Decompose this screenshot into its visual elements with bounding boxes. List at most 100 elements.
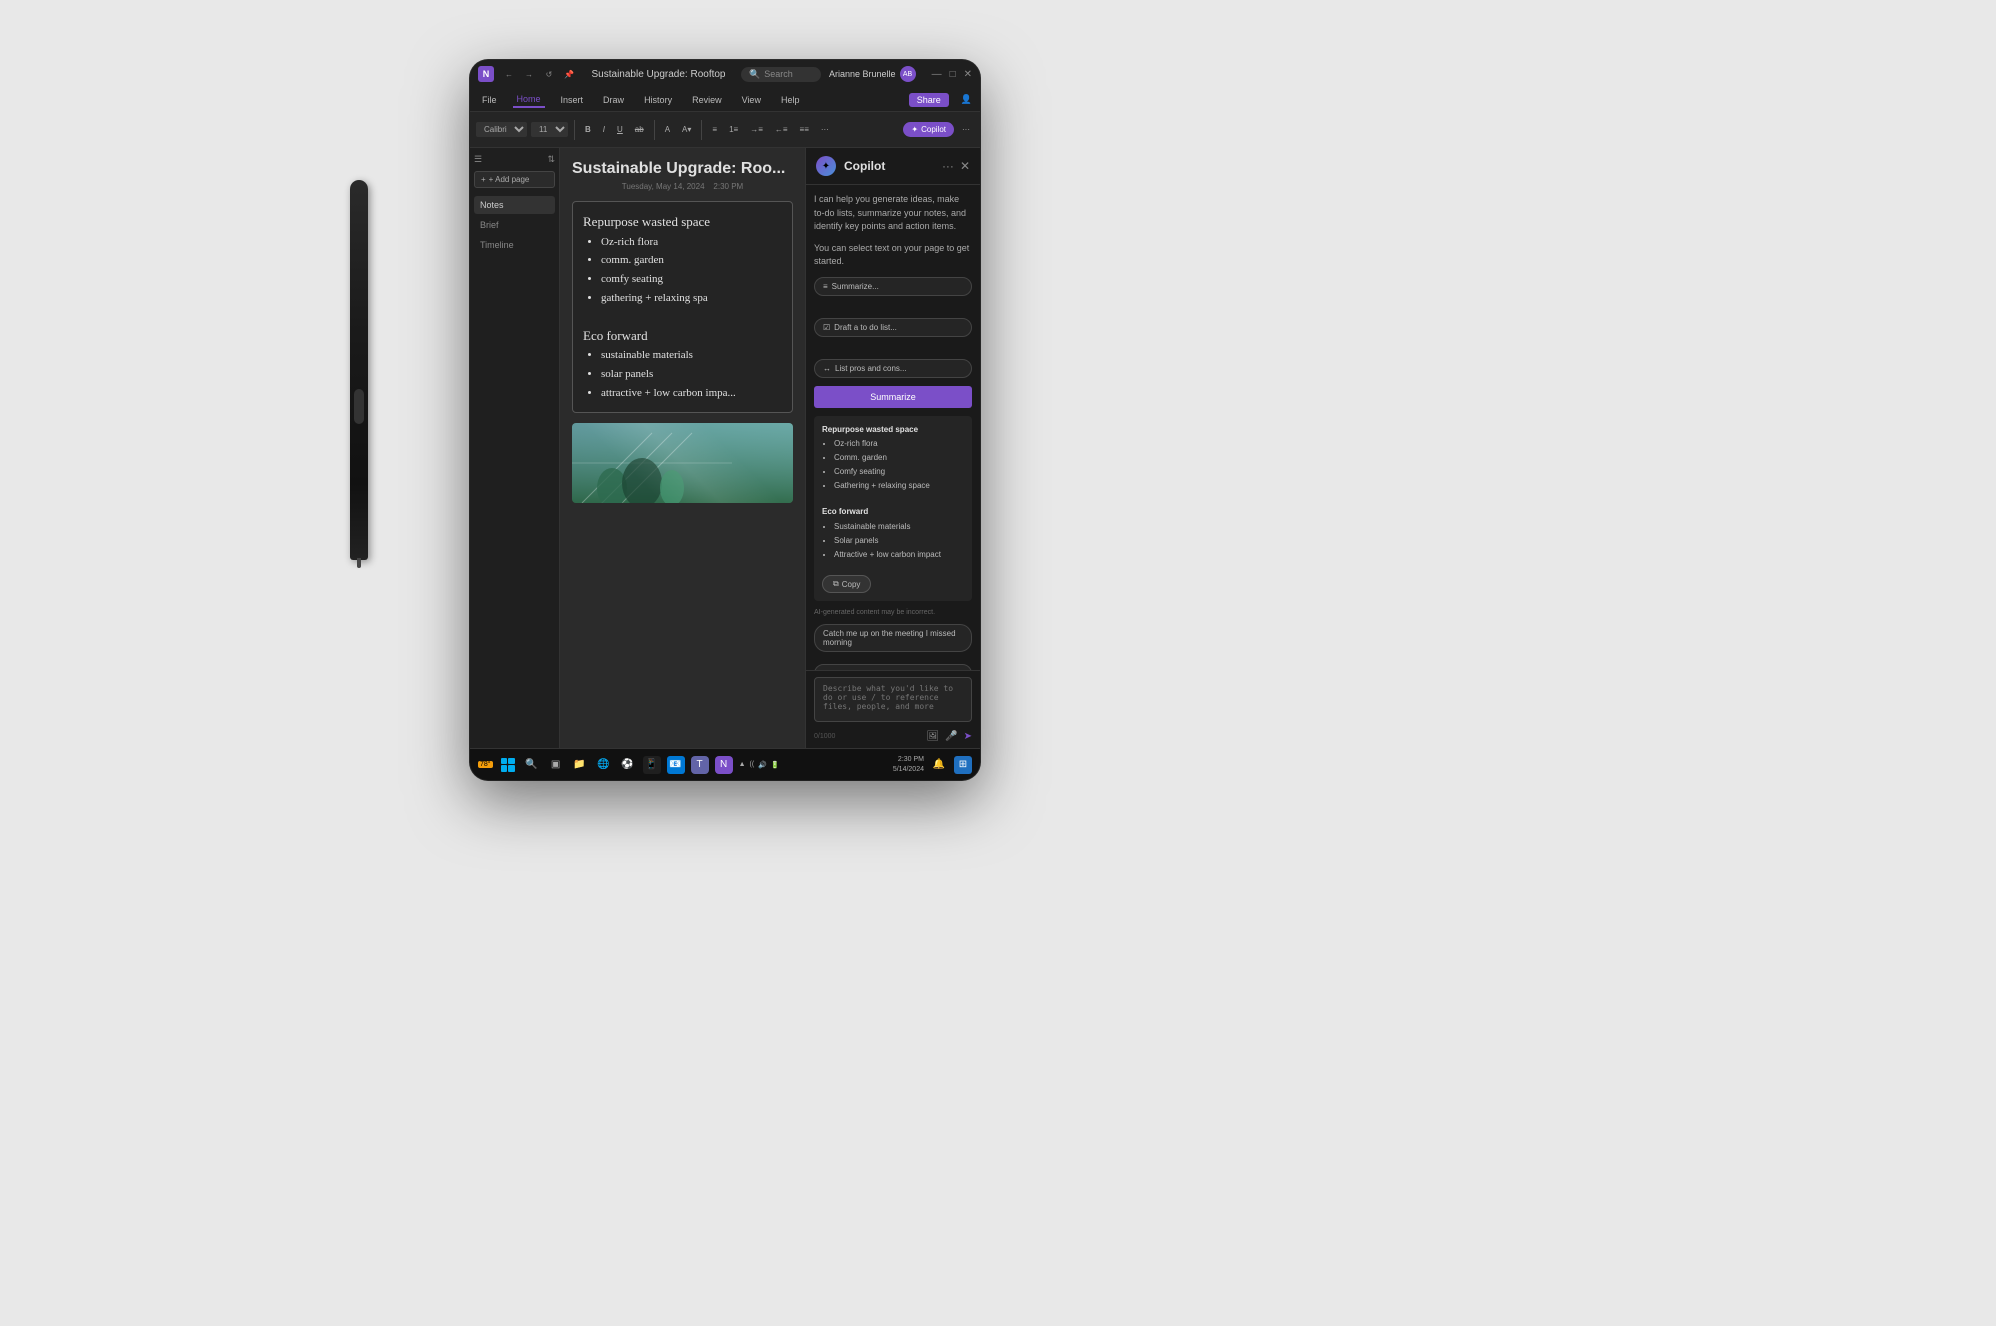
summary-item-2: Comm. garden <box>834 452 964 465</box>
maximize-btn[interactable]: □ <box>950 69 956 80</box>
refresh-btn[interactable]: ↺ <box>542 67 556 81</box>
section-2-list: sustainable materials solar panels attra… <box>583 346 782 402</box>
summary-item-4: Gathering + relaxing space <box>834 480 964 493</box>
summary-heading-2: Eco forward <box>822 506 964 519</box>
section-2-title: Eco forward <box>583 326 782 347</box>
summary-item-1: Oz-rich flora <box>834 438 964 451</box>
image-attach-btn[interactable]: 🖼 <box>926 731 939 742</box>
list-item-7: attractive + low carbon impa... <box>601 384 782 403</box>
more-options-btn[interactable]: ··· <box>958 123 974 136</box>
bold-btn[interactable]: B <box>581 123 595 136</box>
menu-view[interactable]: View <box>738 93 765 107</box>
search-placeholder: Search <box>764 69 793 79</box>
share-button[interactable]: Share <box>909 93 949 107</box>
outdent-btn[interactable]: ←≡ <box>771 123 792 136</box>
todo-icon: ☑ <box>823 323 830 332</box>
italic-btn[interactable]: I <box>599 123 609 136</box>
note-image <box>572 423 793 503</box>
forward-btn[interactable]: → <box>522 67 536 81</box>
copilot-header: ✦ Copilot ··· ✕ <box>806 148 980 185</box>
back-btn[interactable]: ← <box>502 67 516 81</box>
menu-insert[interactable]: Insert <box>557 93 588 107</box>
summarize-suggestion-btn[interactable]: ≡ Summarize... <box>814 277 972 296</box>
bullets-btn[interactable]: ≡ <box>708 123 721 136</box>
add-page-button[interactable]: + + Add page <box>474 171 555 188</box>
summary-heading-1: Repurpose wasted space <box>822 424 964 437</box>
task-view-btn[interactable]: ▣ <box>547 756 565 774</box>
todo-suggestion-btn[interactable]: ☑ Draft a to do list... <box>814 318 972 337</box>
copilot-panel: ✦ Copilot ··· ✕ I can help you generate … <box>805 148 980 748</box>
underline-btn[interactable]: U <box>613 123 627 136</box>
sidebar: ☰ ⇅ + + Add page Notes Brief Timeline <box>470 148 560 748</box>
font-select[interactable]: Calibri <box>476 122 527 137</box>
sidebar-page-brief[interactable]: Brief <box>474 216 555 234</box>
pin-btn[interactable]: 📌 <box>562 67 576 81</box>
temperature-badge: 78° <box>478 761 493 768</box>
win-logo-q2 <box>508 758 515 765</box>
align-btn[interactable]: ≡≡ <box>796 123 813 136</box>
volume-icon: 🔊 <box>758 761 767 769</box>
menu-draw[interactable]: Draw <box>599 93 628 107</box>
summary-item-7: Attractive + low carbon impact <box>834 549 964 562</box>
teams-btn[interactable]: T <box>691 756 709 774</box>
catch-me-up-chip[interactable]: Catch me up on the meeting I missed morn… <box>814 624 972 652</box>
summary-item-3: Comfy seating <box>834 466 964 479</box>
font-size-select[interactable]: 11 <box>531 122 568 137</box>
close-btn[interactable]: ✕ <box>964 69 972 80</box>
copilot-input-footer: 0/1000 🖼 🎤 ➤ <box>814 731 972 742</box>
menu-history[interactable]: History <box>640 93 676 107</box>
menu-file[interactable]: File <box>478 93 501 107</box>
mail-btn[interactable]: 📧 <box>667 756 685 774</box>
widgets-btn[interactable]: ⊞ <box>954 756 972 774</box>
sidebar-page-timeline[interactable]: Timeline <box>474 236 555 254</box>
copy-button[interactable]: ⧉ Copy <box>822 575 871 593</box>
numbering-btn[interactable]: 1≡ <box>725 123 742 136</box>
more-btn[interactable]: ··· <box>817 123 833 136</box>
onenote-taskbar-btn[interactable]: N <box>715 756 733 774</box>
sidebar-page-notes[interactable]: Notes <box>474 196 555 214</box>
note-date: Tuesday, May 14, 2024 2:30 PM <box>572 182 793 191</box>
phone-btn[interactable]: 📱 <box>643 756 661 774</box>
profile-icon[interactable]: 👤 <box>961 94 972 105</box>
microphone-btn[interactable]: 🎤 <box>945 731 957 742</box>
highlight-btn[interactable]: A <box>661 123 674 136</box>
list-item-3: comfy seating <box>601 270 782 289</box>
copilot-button[interactable]: ✦ Copilot <box>903 122 954 137</box>
font-color-btn[interactable]: A▾ <box>678 123 695 136</box>
network-icon: ▲ <box>739 761 746 768</box>
search-box[interactable]: 🔍 Search <box>741 67 821 82</box>
copilot-header-controls: ··· ✕ <box>942 159 970 173</box>
sidebar-sort[interactable]: ⇅ <box>547 154 555 165</box>
pros-cons-suggestion-btn[interactable]: ↔ List pros and cons... <box>814 359 972 378</box>
note-content: Sustainable Upgrade: Roo... Tuesday, May… <box>560 148 805 748</box>
search-icon: 🔍 <box>749 69 760 80</box>
copilot-logo: ✦ <box>816 156 836 176</box>
browser-btn[interactable]: 🌐 <box>595 756 613 774</box>
file-explorer-btn[interactable]: 📁 <box>571 756 589 774</box>
minimize-btn[interactable]: — <box>932 69 942 80</box>
sidebar-toggle[interactable]: ☰ <box>474 154 482 165</box>
copilot-select-text: You can select text on your page to get … <box>814 242 972 269</box>
menu-review[interactable]: Review <box>688 93 726 107</box>
add-page-label: + Add page <box>489 175 530 184</box>
copilot-icon: ✦ <box>911 125 918 134</box>
summarize-button[interactable]: Summarize <box>814 386 972 408</box>
search-taskbar-btn[interactable]: 🔍 <box>523 756 541 774</box>
notification-btn[interactable]: 🔔 <box>930 756 948 774</box>
battery-icon: 🔋 <box>771 761 780 769</box>
send-button[interactable]: ➤ <box>964 731 972 742</box>
pros-cons-icon: ↔ <box>823 364 831 373</box>
strikethrough-btn[interactable]: ab <box>631 123 648 136</box>
onenote-window: N ← → ↺ 📌 Sustainable Upgrade: Rooftop 🔍… <box>470 60 980 780</box>
copilot-intro-text: I can help you generate ideas, make to-d… <box>814 193 972 234</box>
soccer-btn[interactable]: ⚽ <box>619 756 637 774</box>
user-avatar: AB <box>900 66 916 82</box>
start-button[interactable] <box>499 756 517 774</box>
copilot-close-btn[interactable]: ✕ <box>960 159 970 173</box>
indent-btn[interactable]: →≡ <box>746 123 767 136</box>
menu-help[interactable]: Help <box>777 93 804 107</box>
copilot-input[interactable] <box>814 677 972 722</box>
copilot-more-btn[interactable]: ··· <box>942 159 954 173</box>
menu-home[interactable]: Home <box>513 92 545 108</box>
taskbar-time-display: 2:30 PM <box>893 755 924 764</box>
